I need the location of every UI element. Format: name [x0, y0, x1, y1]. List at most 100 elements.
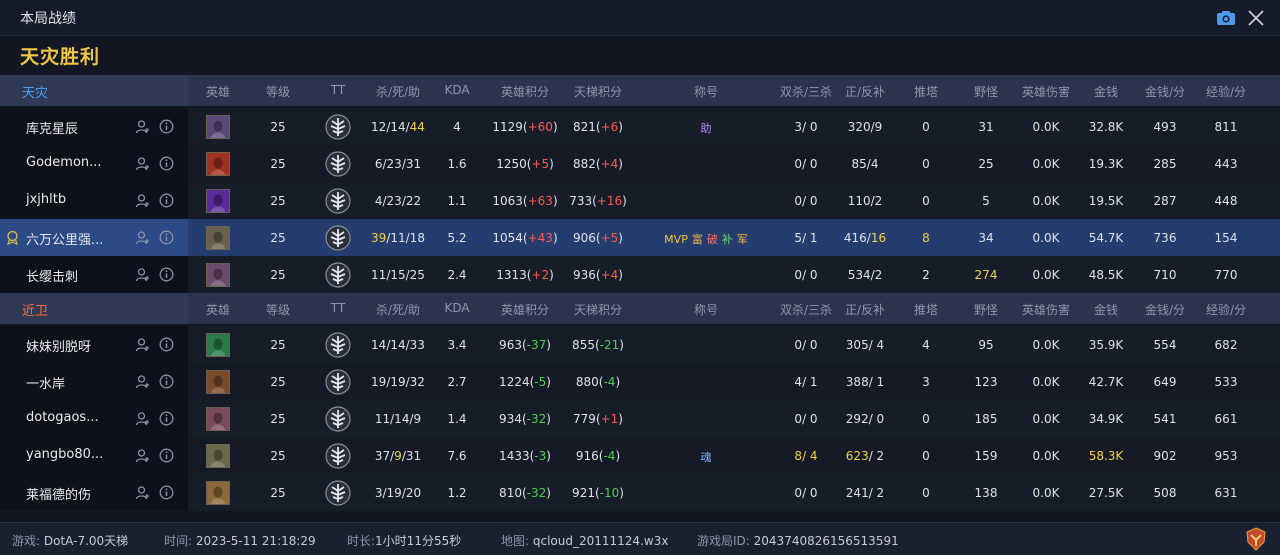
- info-icon[interactable]: [159, 193, 174, 208]
- hero-portrait[interactable]: [206, 407, 230, 431]
- hero-score: 963(-37): [499, 338, 551, 352]
- ladder-score-part: ): [618, 120, 623, 134]
- player-row[interactable]: 库克星辰 25 12/14/44 4 1129(+60) 821(+6) 助 3/ 0 320/…: [0, 108, 1280, 145]
- towers-destroyed: 4: [922, 338, 930, 352]
- player-row[interactable]: 一水岸 25 19/19/32 2.7 1224(-5) 880(-4) 4/ 1 388/ …: [0, 363, 1280, 400]
- hero-score-part: +63: [527, 194, 553, 208]
- player-name[interactable]: yangbo80...: [26, 447, 103, 462]
- info-icon[interactable]: [159, 267, 174, 282]
- xp-per-minute: 953: [1214, 449, 1238, 463]
- last-hits-denies: 305/ 4: [846, 338, 884, 352]
- towers-destroyed-part: 0: [922, 120, 930, 134]
- multi-kills: 3/ 0: [794, 120, 817, 134]
- close-icon[interactable]: [1246, 8, 1266, 28]
- player-name[interactable]: 妹妹别脱呀: [26, 336, 91, 355]
- hero-portrait[interactable]: [206, 481, 230, 505]
- player-name[interactable]: Godemon...: [26, 155, 102, 170]
- hero-portrait[interactable]: [206, 189, 230, 213]
- player-row[interactable]: 妹妹别脱呀 25 14/14/33 3.4 963(-37) 855(-21) 0/ 0 30…: [0, 326, 1280, 363]
- player-row[interactable]: jxjhltb 25 4/23/22 1.1 1063(+63) 733(+16) 0/ 0…: [0, 182, 1280, 219]
- column-header-hero: 英雄: [205, 85, 231, 99]
- column-header-tt-score: 天梯积分: [573, 303, 623, 317]
- last-hits-denies-part: 241/ 2: [845, 486, 885, 500]
- hero-portrait[interactable]: [206, 226, 230, 250]
- user-icon[interactable]: [135, 193, 150, 208]
- player-name[interactable]: jxjhltb: [26, 192, 66, 207]
- info-icon[interactable]: [159, 337, 174, 352]
- kills-deaths-assists: 12/14/44: [371, 120, 425, 134]
- info-icon[interactable]: [159, 119, 174, 134]
- kills-deaths-assists: 11/15/25: [371, 268, 425, 282]
- info-icon[interactable]: [159, 374, 174, 389]
- player-row[interactable]: 莱福德的伤 25 3/19/20 1.2 810(-32) 921(-10) 0/ 0 241…: [0, 474, 1280, 511]
- multi-kills: 5/ 1: [794, 231, 817, 245]
- user-icon[interactable]: [135, 267, 150, 282]
- hero-portrait[interactable]: [206, 444, 230, 468]
- hero-score-part: 1054(: [492, 231, 528, 245]
- user-icon[interactable]: [135, 485, 150, 500]
- hero-portrait[interactable]: [206, 263, 230, 287]
- hero-level: 25: [270, 120, 286, 134]
- multi-kills-part: 3/ 0: [794, 120, 818, 134]
- ladder-score-part: ): [618, 268, 623, 282]
- ladder-score-part: -21: [599, 338, 620, 352]
- user-icon[interactable]: [135, 337, 150, 352]
- player-name-cell: Godemon...: [0, 145, 188, 182]
- user-icon[interactable]: [135, 119, 150, 134]
- info-icon[interactable]: [159, 485, 174, 500]
- towers-destroyed: 2: [922, 268, 930, 282]
- hero-score: 1313(+2): [496, 268, 554, 282]
- player-row[interactable]: dotogaos... 25 11/14/9 1.4 934(-32) 779(+1) 0/…: [0, 400, 1280, 437]
- player-name[interactable]: 六万公里强...: [26, 229, 103, 248]
- ladder-score-part: ): [618, 157, 623, 171]
- player-name[interactable]: 莱福德的伤: [26, 484, 91, 503]
- last-hits-denies-part: 320/9: [847, 120, 883, 134]
- hero-score-part: ): [552, 120, 558, 134]
- info-icon[interactable]: [159, 230, 174, 245]
- user-icon[interactable]: [135, 448, 150, 463]
- info-icon[interactable]: [159, 411, 174, 426]
- hero-score: 1433(-3): [499, 449, 551, 463]
- info-icon[interactable]: [159, 448, 174, 463]
- title-badge: 富: [691, 233, 703, 246]
- user-icon[interactable]: [135, 156, 150, 171]
- player-name[interactable]: dotogaos...: [26, 410, 99, 425]
- ladder-emblem-icon: [325, 262, 351, 288]
- kda-value: 1.1: [447, 194, 467, 208]
- player-row[interactable]: yangbo80... 25 37/9/31 7.6 1433(-3) 916(-4) 魂 8…: [0, 437, 1280, 474]
- hero-damage: 0.0K: [1032, 486, 1060, 500]
- total-gold: 35.9K: [1089, 338, 1124, 352]
- ladder-score-part: -4: [603, 375, 616, 389]
- player-row[interactable]: Godemon... 25 6/23/31 1.6 1250(+5) 882(+4) 0/ …: [0, 145, 1280, 182]
- status-footer: 游戏: DotA-7.00天梯 时间: 2023-5-11 21:18:29 时…: [0, 522, 1280, 555]
- towers-destroyed: 0: [922, 412, 930, 426]
- ladder-score-part: -4: [603, 449, 616, 463]
- camera-icon[interactable]: [1216, 10, 1236, 26]
- ladder-emblem-icon: [325, 406, 351, 432]
- player-row[interactable]: 六万公里强... 25 39/11/18 5.2 1054(+43) 906(+5) MVP…: [0, 219, 1280, 256]
- player-name[interactable]: 一水岸: [26, 373, 65, 392]
- kda-value: 1.4: [447, 412, 467, 426]
- info-icon[interactable]: [159, 156, 174, 171]
- multi-kills-part: 0/ 0: [794, 412, 818, 426]
- player-row[interactable]: 长缨击刺 25 11/15/25 2.4 1313(+2) 936(+4) 0/ 0 534/…: [0, 256, 1280, 293]
- total-gold-part: 19.5K: [1088, 194, 1124, 208]
- team-name: 近卫: [0, 293, 188, 324]
- hero-portrait[interactable]: [206, 152, 230, 176]
- neutral-kills-part: 138: [974, 486, 998, 500]
- user-icon[interactable]: [135, 374, 150, 389]
- title-badge: 助: [700, 122, 712, 135]
- player-titles: MVP 富破补军: [662, 231, 750, 247]
- hero-portrait[interactable]: [206, 370, 230, 394]
- gold-per-minute: 902: [1153, 449, 1177, 463]
- player-name[interactable]: 长缨击刺: [26, 266, 78, 285]
- hero-portrait[interactable]: [206, 333, 230, 357]
- player-name-cell: 莱福德的伤: [0, 474, 188, 511]
- user-icon[interactable]: [135, 411, 150, 426]
- user-icon[interactable]: [135, 230, 150, 245]
- multi-kills: 8/ 4: [794, 449, 817, 463]
- column-header-xpm: 经验/分: [1205, 85, 1247, 99]
- hero-portrait[interactable]: [206, 115, 230, 139]
- player-name[interactable]: 库克星辰: [26, 118, 78, 137]
- last-hits-denies: 416/16: [844, 231, 886, 245]
